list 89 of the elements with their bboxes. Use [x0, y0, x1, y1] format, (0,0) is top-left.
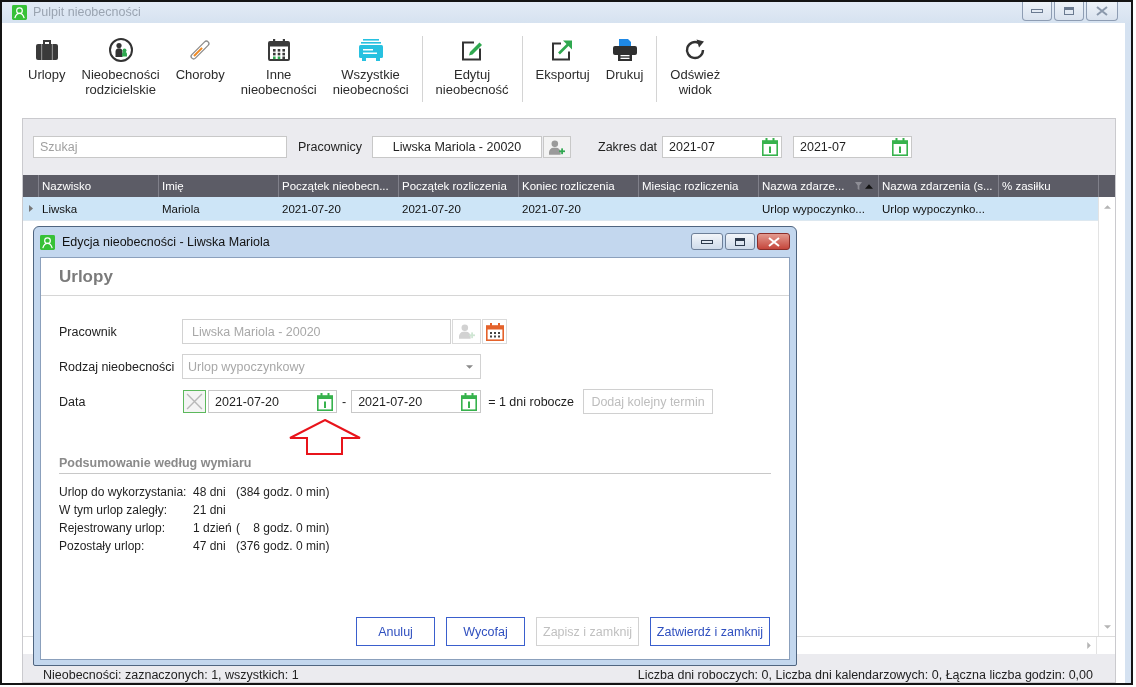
field-label: Pracownicy: [298, 140, 363, 154]
app-icon: [40, 234, 55, 250]
calendar-icon: [461, 392, 478, 411]
maximize-icon: [735, 237, 745, 246]
scroll-up-icon: [1103, 205, 1111, 209]
date-field[interactable]: 2021-07-20: [208, 390, 337, 413]
close-icon: [1096, 6, 1108, 16]
status-text: Liczba dni roboczych: 0, Liczba dni kalendarzowych: 0, Łączna liczba godzin: 0,00: [637, 668, 1093, 682]
export-icon: [552, 39, 574, 61]
person-add-icon: [458, 324, 475, 339]
summary-label: Pozostały urlop:: [59, 538, 146, 555]
calendar-icon: [892, 138, 908, 156]
field-label: Data: [59, 394, 87, 409]
person-add-icon: [549, 139, 565, 155]
close-icon: [767, 236, 780, 247]
refresh-icon: [684, 39, 707, 61]
status-text: Nieobecności: zaznaczonych: 1, wszystkich: 1: [43, 668, 299, 682]
edit-icon: [461, 39, 483, 61]
toolbar-button[interactable]: Drukuj: [599, 38, 650, 82]
caret-down-icon: [466, 364, 473, 369]
field-label: Rodzaj nieobecności: [59, 359, 176, 374]
clear-date-button[interactable]: [183, 390, 206, 413]
filter-icon: [855, 182, 862, 190]
search-field[interactable]: Szukaj: [33, 136, 287, 158]
thermometer-icon: [189, 39, 212, 61]
field-label: Zakres dat: [598, 140, 659, 154]
app-icon: [12, 5, 27, 20]
field-label: Pracownik: [59, 324, 118, 339]
maximize-icon: [1064, 7, 1074, 15]
range-dash: -: [342, 394, 347, 409]
calendar-icon: [485, 322, 504, 341]
minimize-icon: [1031, 9, 1043, 13]
employee-field[interactable]: Liwska Mariola - 20020: [372, 136, 542, 158]
row-pointer-icon: [28, 205, 33, 212]
toolbar-button[interactable]: Inne nieobecności: [234, 38, 323, 97]
table-cell-text: Urlop wypoczynko...: [881, 201, 986, 217]
window-title: Pulpit nieobecności: [33, 4, 141, 21]
toolbar-button[interactable]: Odśwież widok: [664, 38, 727, 97]
toolbar-button[interactable]: Choroby: [169, 38, 231, 82]
date-field[interactable]: 2021-07-20: [351, 390, 482, 413]
toolbar-button[interactable]: Nieobecności rodzicielskie: [75, 38, 166, 97]
table-cell-text: Urlop wypoczynko...: [761, 201, 866, 217]
table-cell-text: Mariola: [161, 201, 201, 217]
dialog-title: Edycja nieobecności - Liwska Mariola: [62, 235, 270, 249]
table-cell-text: 2021-07-20: [401, 201, 462, 217]
x-icon: [186, 393, 203, 410]
confirm-and-close-button[interactable]: Zatwierdź i zamknij: [650, 617, 770, 646]
summary-value: 1 dzień: [193, 520, 233, 537]
toolbar-button[interactable]: Urlopy: [22, 38, 72, 82]
summary-label: W tym urlop zaległy:: [59, 502, 169, 519]
summary-label: Urlop do wykorzystania:: [59, 484, 188, 501]
calendar-button[interactable]: [482, 319, 507, 344]
printer-icon: [612, 39, 637, 61]
summary-value: (384 godz. 0 min): [236, 484, 331, 501]
sort-ascending-icon: [865, 183, 873, 189]
scroll-down-icon: [1103, 625, 1111, 629]
date-field[interactable]: 2021-07: [662, 136, 782, 158]
summary-value: 21 dni: [193, 502, 227, 519]
maximize-button[interactable]: [725, 233, 755, 250]
toolbar-button[interactable]: Edytuj nieobecność: [429, 38, 515, 97]
toolbar-button[interactable]: Eksportuj: [529, 38, 596, 82]
summary-label: Rejestrowany urlop:: [59, 520, 167, 537]
calendar-icon: [762, 138, 778, 156]
calendar-icon: [267, 39, 290, 61]
revert-button[interactable]: Wycofaj: [446, 617, 525, 646]
add-person-button[interactable]: [543, 136, 571, 158]
summary-value: ( 8 godz. 0 min): [236, 520, 331, 537]
summary-heading: Podsumowanie według wymiaru: [59, 455, 771, 474]
close-button[interactable]: [757, 233, 790, 250]
cancel-button[interactable]: Anuluj: [356, 617, 435, 646]
date-field[interactable]: 2021-07: [793, 136, 912, 158]
table-cell-text: 2021-07-20: [521, 201, 582, 217]
summary-value: 48 dni: [193, 484, 227, 501]
calendar-icon: [317, 392, 333, 411]
briefcase-icon: [35, 40, 58, 60]
up-arrow-icon: [289, 419, 361, 455]
table-cell-text: Liwska: [41, 201, 79, 217]
table-row[interactable]: Liwska Mariola 2021-07-20 2021-07-20 2021-07-20 Urlop wypoczynko... Urlop wypoczynko...: [23, 197, 1098, 221]
document-stack-icon: [358, 39, 383, 61]
summary-value: 47 dni: [193, 538, 227, 555]
table-cell-text: 2021-07-20: [281, 201, 342, 217]
scroll-right-icon: [1087, 642, 1091, 649]
people-icon: [108, 38, 133, 62]
section-heading: Urlopy: [59, 266, 113, 287]
toolbar-button[interactable]: Wszystkie nieobecności: [326, 38, 415, 97]
summary-value: (376 godz. 0 min): [236, 538, 331, 555]
minimize-icon: [701, 239, 713, 244]
working-days-text: = 1 dni robocze: [488, 394, 574, 409]
minimize-button[interactable]: [691, 233, 723, 250]
